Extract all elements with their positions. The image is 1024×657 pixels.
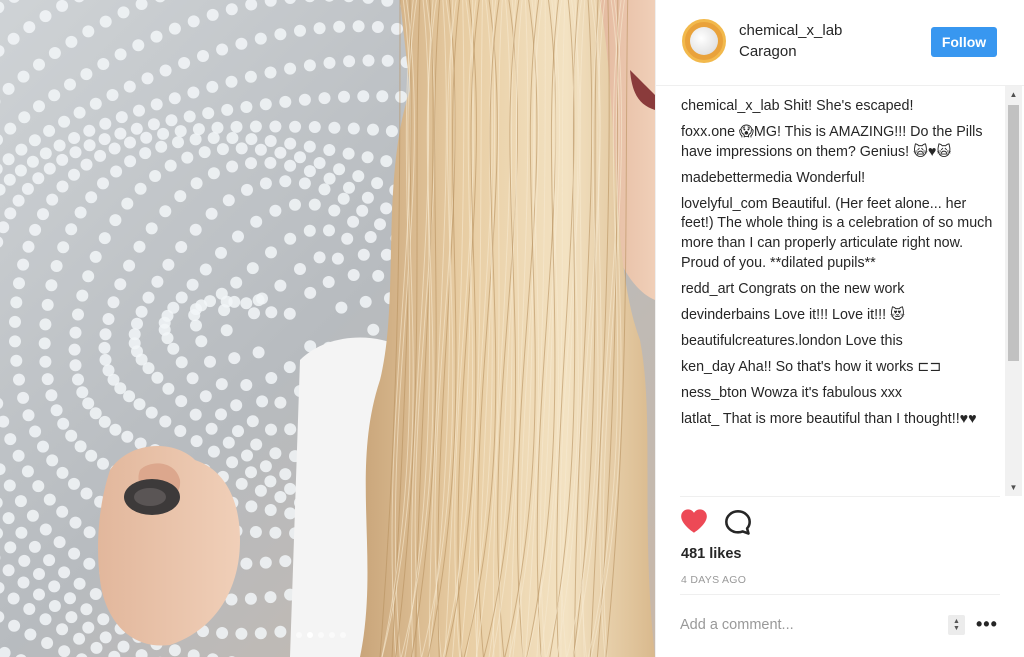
comment-username[interactable]: beautifulcreatures.london — [681, 333, 842, 349]
comment-username[interactable]: redd_art — [681, 281, 734, 297]
comment-text: Aha!! So that's how it works ⊏⊐ — [738, 359, 942, 376]
comment-text: Wowza it's fabulous xxx — [750, 385, 903, 402]
speech-bubble-icon[interactable] — [724, 509, 754, 539]
comment-text: Shit! She's escaped! — [783, 98, 914, 114]
heart-icon[interactable] — [680, 508, 710, 538]
comment-item: devinderbains Love it!!! Love it!!! 😻 — [681, 306, 999, 326]
resize-stepper-icon[interactable]: ▲ ▼ — [948, 615, 965, 635]
divider — [680, 594, 1000, 595]
ring-tattoo-detail — [134, 488, 166, 506]
comment-text: Love it!!! Love it!!! 😻 — [774, 306, 905, 323]
location[interactable]: Caragon — [739, 43, 797, 60]
add-comment-input[interactable] — [680, 612, 950, 638]
comment-username[interactable]: chemical_x_lab — [681, 98, 780, 114]
post-image — [0, 0, 655, 657]
follow-button[interactable]: Follow — [931, 27, 997, 57]
comment-username[interactable]: foxx.one — [681, 124, 735, 140]
comment-item: redd_art Congrats on the new work — [681, 280, 999, 300]
post-photo[interactable] — [0, 0, 655, 657]
comment-username[interactable]: latlat_ — [681, 411, 719, 427]
comment-item: latlat_ That is more beautiful than I th… — [681, 410, 999, 430]
comment-item: ness_bton Wowza it's fabulous xxx — [681, 384, 999, 404]
comment-username[interactable]: ness_bton — [681, 385, 747, 401]
carousel-dot[interactable] — [318, 632, 324, 638]
divider — [680, 496, 1000, 497]
comment-username[interactable]: lovelyful_com — [681, 196, 768, 212]
carousel-dot[interactable] — [307, 632, 313, 638]
comment-list[interactable]: chemical_x_lab Shit! She's escaped! foxx.… — [681, 97, 999, 495]
comment-username[interactable]: ken_day — [681, 359, 735, 375]
comment-username[interactable]: madebettermedia — [681, 170, 792, 186]
avatar[interactable] — [682, 19, 726, 63]
comment-item: madebettermedia Wonderful! — [681, 169, 999, 189]
avatar-image — [690, 27, 718, 55]
carousel-indicator[interactable] — [296, 632, 346, 638]
triangle-down-icon[interactable]: ▼ — [1005, 479, 1022, 496]
likes-count[interactable]: 481 likes — [681, 546, 741, 562]
comment-item: lovelyful_com Beautiful. (Her feet alone… — [681, 195, 999, 273]
post-timestamp[interactable]: 4 DAYS AGO — [681, 574, 746, 586]
username[interactable]: chemical_x_lab — [739, 22, 842, 39]
comment-text: That is more beautiful than I thought!!♥… — [722, 411, 977, 428]
triangle-up-icon[interactable]: ▲ — [1005, 86, 1022, 103]
comment-text: Congrats on the new work — [738, 280, 905, 297]
comment-item: chemical_x_lab Shit! She's escaped! — [681, 97, 999, 117]
more-options-button[interactable]: ••• — [976, 614, 998, 635]
carousel-dot[interactable] — [329, 632, 335, 638]
scrollbar-thumb[interactable] — [1008, 105, 1019, 361]
comment-item: foxx.one 😱MG! This is AMAZING!!! Do the … — [681, 123, 999, 162]
comment-username[interactable]: devinderbains — [681, 307, 770, 323]
carousel-dot[interactable] — [340, 632, 346, 638]
post-panel: chemical_x_lab Caragon Follow chemical_x… — [655, 0, 1024, 657]
comment-item: beautifulcreatures.london Love this — [681, 332, 999, 352]
comment-text: Wonderful! — [796, 169, 866, 186]
scrollbar[interactable]: ▲ ▼ — [1005, 86, 1022, 496]
post-header: chemical_x_lab Caragon Follow — [656, 0, 1024, 86]
comment-text: Love this — [845, 332, 903, 349]
carousel-dot[interactable] — [296, 632, 302, 638]
comment-item: ken_day Aha!! So that's how it works ⊏⊐ — [681, 358, 999, 378]
